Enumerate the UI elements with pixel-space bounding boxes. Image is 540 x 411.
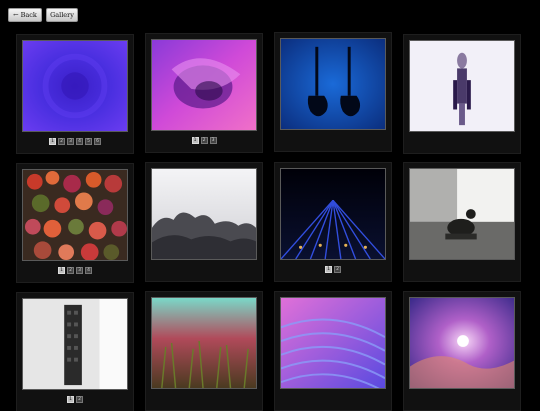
gallery-card-figure-sculpture[interactable] (404, 35, 520, 153)
pager: 1234 (17, 267, 133, 276)
photo-thumbnail[interactable] (280, 38, 386, 130)
gallery-card-guitars[interactable] (275, 33, 391, 151)
page-button[interactable]: 2 (76, 396, 83, 403)
photo-thumbnail[interactable] (151, 297, 257, 389)
page-button[interactable]: 3 (67, 138, 74, 145)
page-button[interactable]: 1 (191, 137, 199, 144)
gallery-card-grass-closeup[interactable] (146, 292, 262, 410)
gallery-card-duck-doorstop[interactable] (404, 163, 520, 281)
pager (404, 395, 520, 404)
pager (146, 266, 262, 275)
photo-thumbnail[interactable] (409, 40, 515, 132)
page-button[interactable]: 3 (209, 137, 217, 144)
gallery-card-clouds[interactable] (146, 163, 262, 281)
pager: 12 (275, 266, 391, 275)
gallery-card-pink-abstract[interactable]: 123 (146, 34, 262, 152)
page-button[interactable]: 4 (85, 267, 92, 274)
photo-thumbnail[interactable] (22, 40, 128, 132)
page-button[interactable]: 1 (58, 267, 65, 274)
page-button[interactable]: 2 (334, 266, 341, 273)
pager: 12 (17, 396, 133, 405)
gallery-card-wall-panel[interactable]: 12 (17, 293, 133, 411)
page-button[interactable]: 3 (76, 267, 83, 274)
page-button[interactable]: 1 (49, 138, 56, 145)
gallery-button[interactable]: Gallery (46, 8, 78, 22)
photo-thumbnail[interactable] (280, 168, 386, 260)
page-button[interactable]: 2 (67, 267, 74, 274)
photo-thumbnail[interactable] (280, 297, 386, 389)
pager (404, 138, 520, 147)
page-button[interactable]: 6 (94, 138, 101, 145)
page-button[interactable]: 5 (85, 138, 92, 145)
photo-thumbnail[interactable] (409, 168, 515, 260)
pager (404, 266, 520, 275)
pager (275, 136, 391, 145)
photo-thumbnail[interactable] (409, 297, 515, 389)
gallery-card-autumn-leaves[interactable]: 1234 (17, 164, 133, 282)
gallery-card-blue-swirl[interactable]: 123456 (17, 35, 133, 153)
page-button[interactable]: 1 (67, 396, 74, 403)
pager: 123 (146, 137, 262, 146)
gallery-card-sand-dune[interactable] (275, 292, 391, 410)
photo-thumbnail[interactable] (151, 39, 257, 131)
back-button[interactable]: ← Back (8, 8, 42, 22)
gallery-card-sky-sun[interactable] (404, 292, 520, 410)
photo-thumbnail[interactable] (22, 298, 128, 390)
gallery-card-light-grid[interactable]: 12 (275, 163, 391, 281)
pager: 123456 (17, 138, 133, 147)
photo-thumbnail[interactable] (22, 169, 128, 261)
pager (275, 395, 391, 404)
page-button[interactable]: 2 (58, 138, 65, 145)
page-button[interactable]: 2 (200, 137, 208, 144)
page-button[interactable]: 4 (76, 138, 83, 145)
page-button[interactable]: 1 (325, 266, 332, 273)
pager (146, 395, 262, 404)
photo-thumbnail[interactable] (151, 168, 257, 260)
